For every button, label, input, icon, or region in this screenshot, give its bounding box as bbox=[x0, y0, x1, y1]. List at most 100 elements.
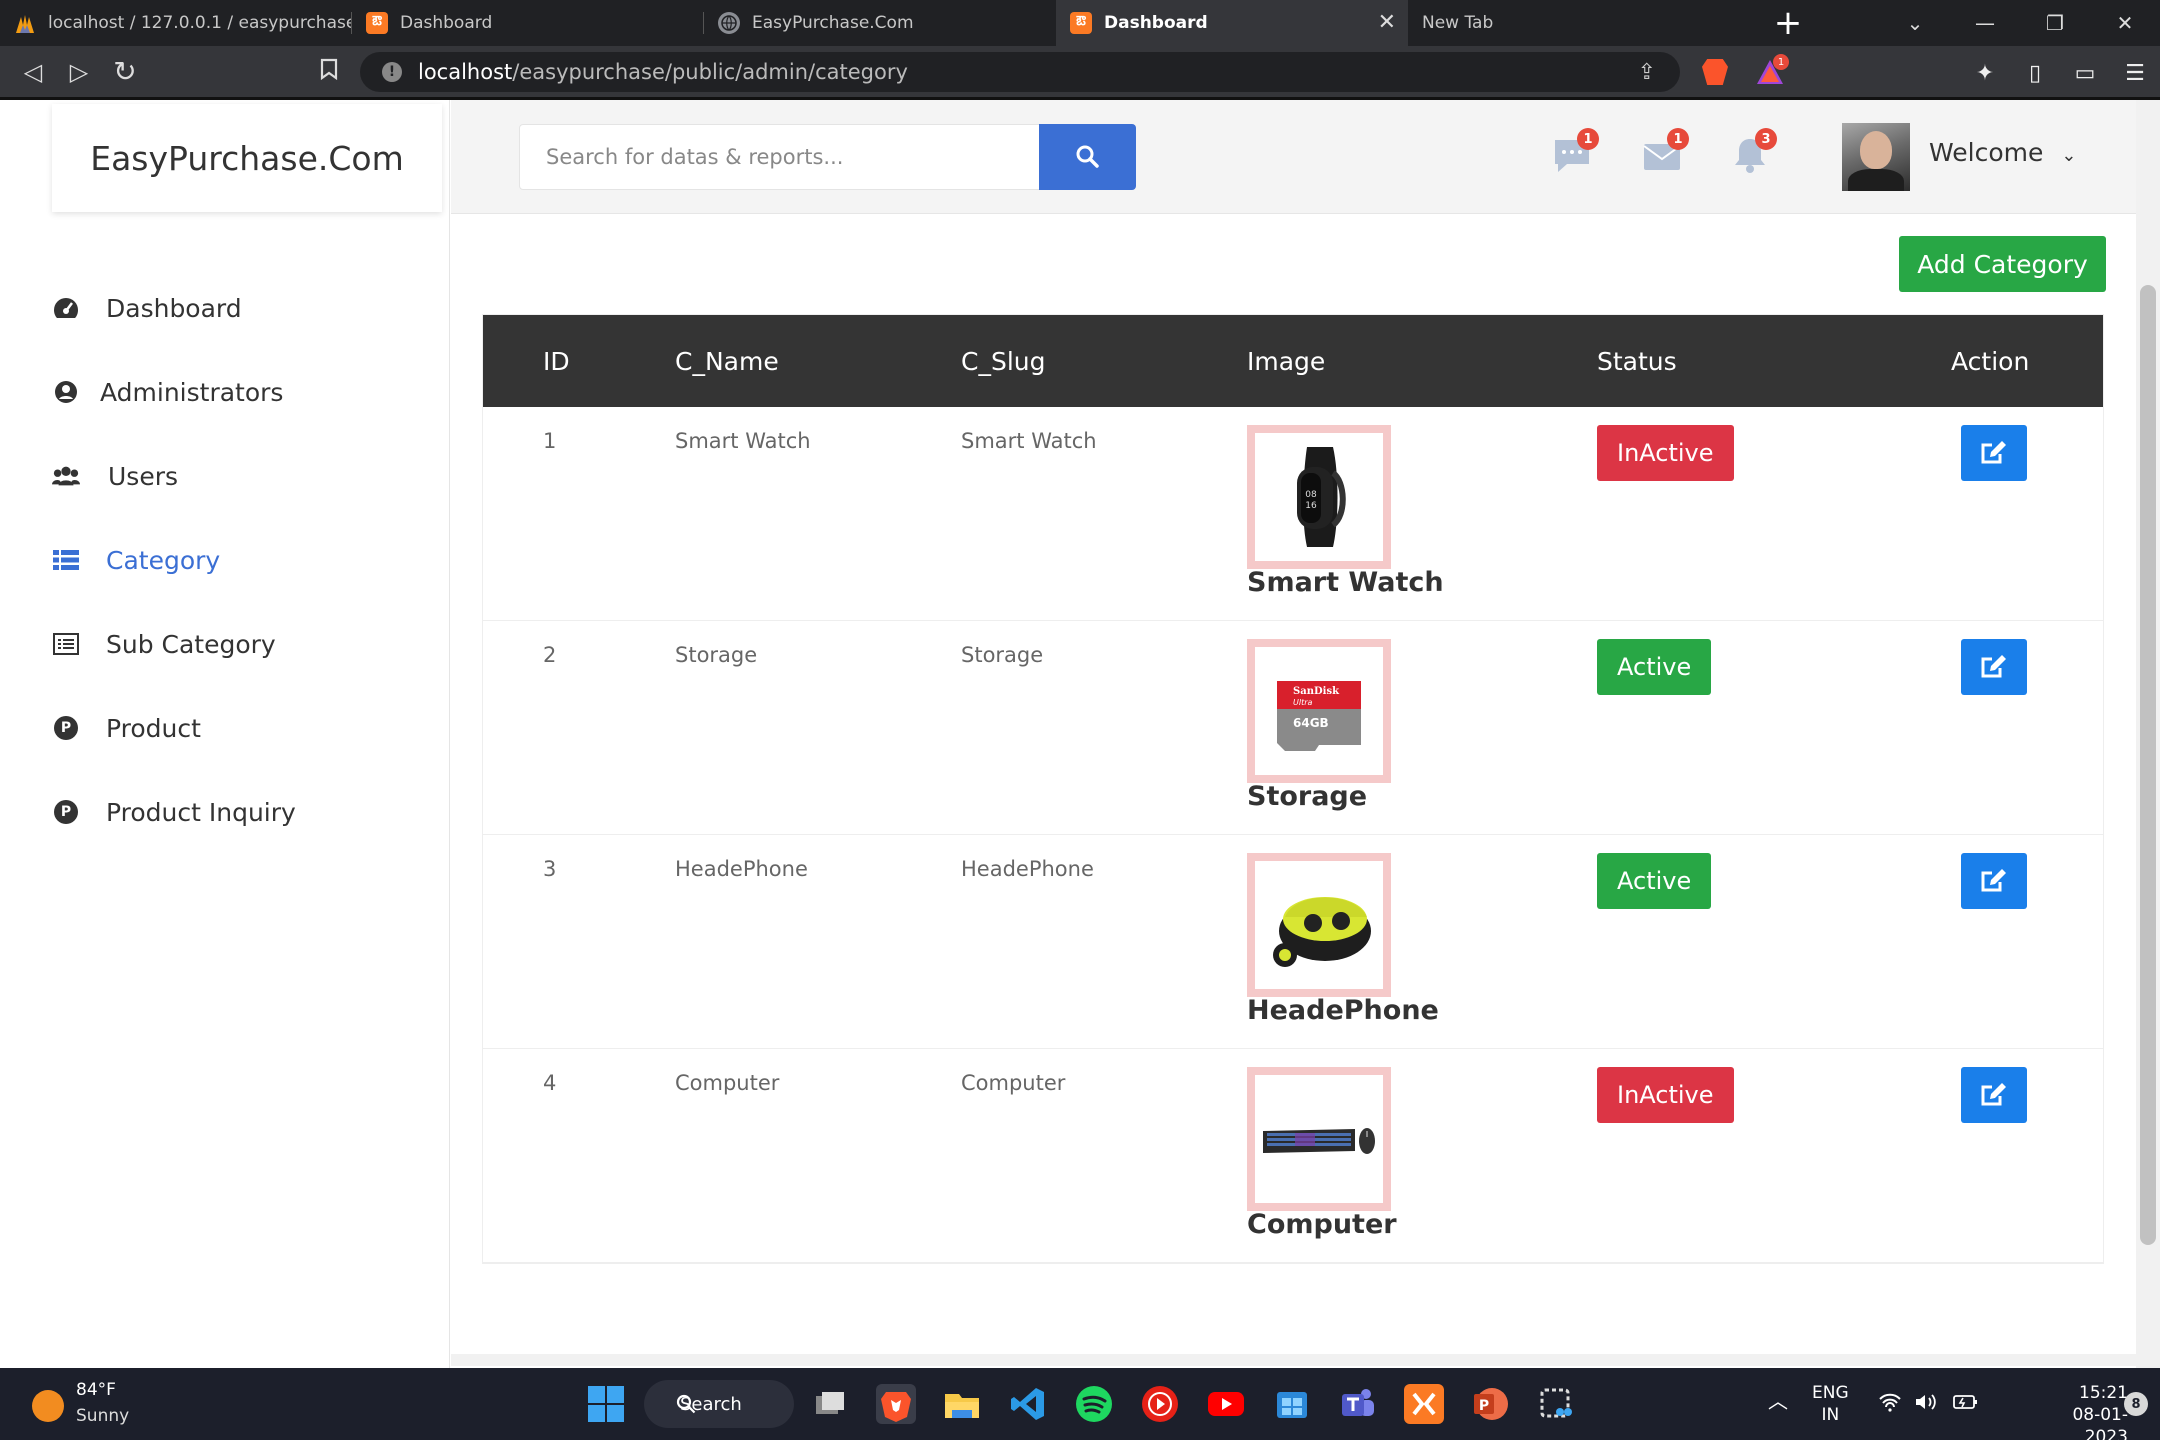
user-menu[interactable]: Welcome ⌄ bbox=[1929, 138, 2076, 167]
status-badge[interactable]: Active bbox=[1597, 639, 1712, 695]
globe-icon bbox=[718, 12, 740, 34]
status-badge[interactable]: Active bbox=[1597, 853, 1712, 909]
snipping-tool-icon[interactable] bbox=[1536, 1384, 1576, 1424]
task-view-icon[interactable] bbox=[810, 1384, 850, 1424]
messages-button[interactable]: 1 bbox=[1551, 128, 1599, 176]
spotify-icon[interactable] bbox=[1074, 1384, 1114, 1424]
file-explorer-icon[interactable] bbox=[942, 1384, 982, 1424]
browser-tab-active[interactable]: ఔ Dashboard ✕ bbox=[1056, 0, 1408, 46]
reload-icon[interactable]: ↻ bbox=[102, 55, 148, 88]
brand-logo[interactable]: EasyPurchase.Com bbox=[52, 104, 442, 212]
bookmark-icon[interactable] bbox=[306, 58, 352, 86]
notification-count-badge[interactable]: 8 bbox=[2124, 1392, 2148, 1416]
edit-button[interactable] bbox=[1961, 1067, 2027, 1123]
taskbar-search[interactable]: Search bbox=[644, 1380, 794, 1428]
sun-icon[interactable] bbox=[32, 1390, 64, 1422]
table-row: 3 HeadePhone HeadePhone HeadePhone Activ… bbox=[483, 835, 2103, 1049]
browser-tab[interactable]: New Tab bbox=[1408, 0, 1758, 46]
wallet-icon[interactable]: ▭ bbox=[2060, 61, 2110, 86]
mail-badge: 1 bbox=[1667, 128, 1689, 150]
sidebar-item-product[interactable]: P Product bbox=[0, 686, 450, 770]
earbuds-image bbox=[1273, 897, 1371, 967]
xampp-icon[interactable] bbox=[1404, 1384, 1444, 1424]
product-p-icon: P bbox=[52, 798, 80, 826]
tab-search-icon[interactable]: ⌄ bbox=[1880, 11, 1950, 35]
vscode-icon[interactable] bbox=[1008, 1384, 1048, 1424]
search-input[interactable]: Search for datas & reports... bbox=[519, 124, 1041, 190]
language-indicator[interactable]: ENG IN bbox=[1812, 1382, 1849, 1426]
url-field[interactable]: ! localhost/easypurchase/public/admin/ca… bbox=[360, 52, 1680, 92]
horizontal-scrollbar[interactable] bbox=[451, 1354, 2136, 1366]
weather-condition[interactable]: Sunny bbox=[76, 1406, 129, 1426]
extensions-icon[interactable]: ✦ bbox=[1960, 61, 2010, 86]
edit-button[interactable] bbox=[1961, 425, 2027, 481]
brave-rewards-icon[interactable]: 1 bbox=[1755, 54, 1789, 86]
column-header: C_Slug bbox=[961, 346, 1046, 376]
add-category-button[interactable]: Add Category bbox=[1899, 236, 2106, 292]
youtube-icon[interactable] bbox=[1206, 1384, 1246, 1424]
new-tab-button[interactable]: + bbox=[1758, 0, 1818, 46]
powerpoint-icon[interactable]: P bbox=[1470, 1384, 1510, 1424]
volume-icon[interactable] bbox=[1914, 1392, 1938, 1418]
menu-icon[interactable]: ☰ bbox=[2110, 61, 2160, 86]
clock-date: 08-01-2023 bbox=[2072, 1405, 2128, 1440]
forward-icon[interactable]: ▷ bbox=[56, 58, 102, 86]
vertical-scrollbar[interactable] bbox=[2136, 100, 2160, 1368]
sidebar-item-sub-category[interactable]: Sub Category bbox=[0, 602, 450, 686]
scrollbar-thumb[interactable] bbox=[2140, 285, 2156, 1245]
battery-icon[interactable] bbox=[1952, 1392, 1978, 1418]
cell-slug: Smart Watch bbox=[961, 429, 1097, 453]
table-row: 4 Computer Computer Computer InActive bbox=[483, 1049, 2103, 1263]
back-icon[interactable]: ◁ bbox=[10, 58, 56, 86]
language-top: ENG bbox=[1812, 1383, 1849, 1403]
share-icon[interactable]: ⇪ bbox=[1638, 60, 1656, 85]
browser-tab[interactable]: ఔ Dashboard bbox=[352, 0, 704, 46]
list-alt-icon bbox=[52, 630, 80, 658]
minimize-icon[interactable]: — bbox=[1950, 11, 2020, 35]
clock[interactable]: 15:21 08-01-2023 bbox=[2030, 1382, 2128, 1440]
table-row: 1 Smart Watch Smart Watch 08 16 Smart Wa… bbox=[483, 407, 2103, 621]
browser-tab[interactable]: localhost / 127.0.0.1 / easypurchase / bbox=[0, 0, 352, 46]
weather-temperature[interactable]: 84°F bbox=[76, 1380, 116, 1400]
image-caption: HeadePhone bbox=[1247, 995, 1439, 1026]
edit-button[interactable] bbox=[1961, 853, 2027, 909]
sidebar-item-category[interactable]: Category bbox=[0, 518, 450, 602]
site-info-icon[interactable]: ! bbox=[382, 62, 402, 82]
image-caption: Storage bbox=[1247, 781, 1368, 812]
taskbar: 84°F Sunny Search P ︿ ENG IN 15:21 08-01… bbox=[0, 1368, 2160, 1440]
sidebar-item-product-inquiry[interactable]: P Product Inquiry bbox=[0, 770, 450, 854]
brave-browser-icon[interactable] bbox=[876, 1384, 916, 1424]
store-icon[interactable] bbox=[1272, 1384, 1312, 1424]
music-player-icon[interactable] bbox=[1140, 1384, 1180, 1424]
alerts-button[interactable]: 3 bbox=[1729, 128, 1777, 176]
status-badge[interactable]: InActive bbox=[1597, 1067, 1734, 1123]
sidebar-toggle-icon[interactable]: ▯ bbox=[2010, 61, 2060, 86]
search-icon bbox=[676, 1394, 696, 1414]
language-bottom: IN bbox=[1821, 1405, 1840, 1425]
sidebar: EasyPurchase.Com Dashboard Administrator… bbox=[0, 100, 450, 1368]
restore-icon[interactable]: ❐ bbox=[2020, 11, 2090, 35]
avatar[interactable] bbox=[1842, 123, 1910, 191]
sidebar-item-label: Product bbox=[106, 713, 201, 743]
sidebar-item-administrators[interactable]: Administrators bbox=[0, 350, 450, 434]
windows-start-icon[interactable] bbox=[586, 1384, 626, 1424]
status-badge[interactable]: InActive bbox=[1597, 425, 1734, 481]
browser-tab[interactable]: EasyPurchase.Com bbox=[704, 0, 1056, 46]
cell-id: 4 bbox=[543, 1071, 557, 1095]
search-button[interactable] bbox=[1039, 124, 1136, 190]
svg-text:P: P bbox=[1479, 1398, 1489, 1414]
sidebar-item-dashboard[interactable]: Dashboard bbox=[0, 266, 450, 350]
chevron-up-icon[interactable]: ︿ bbox=[1768, 1390, 1788, 1412]
brave-shields-icon[interactable] bbox=[1702, 59, 1728, 89]
cell-name: HeadePhone bbox=[675, 857, 808, 881]
category-image: 08 16 bbox=[1247, 425, 1391, 569]
window-close-icon[interactable]: ✕ bbox=[2090, 11, 2160, 35]
address-bar: ◁ ▷ ↻ ! localhost/easypurchase/public/ad… bbox=[0, 46, 2160, 100]
teams-icon[interactable] bbox=[1338, 1384, 1378, 1424]
close-icon[interactable]: ✕ bbox=[1378, 10, 1396, 35]
wifi-icon[interactable] bbox=[1878, 1392, 1902, 1418]
category-table: ID C_Name C_Slug Image Status Action 1 S… bbox=[482, 314, 2104, 1264]
edit-button[interactable] bbox=[1961, 639, 2027, 695]
mail-button[interactable]: 1 bbox=[1641, 128, 1689, 176]
sidebar-item-users[interactable]: Users bbox=[0, 434, 450, 518]
